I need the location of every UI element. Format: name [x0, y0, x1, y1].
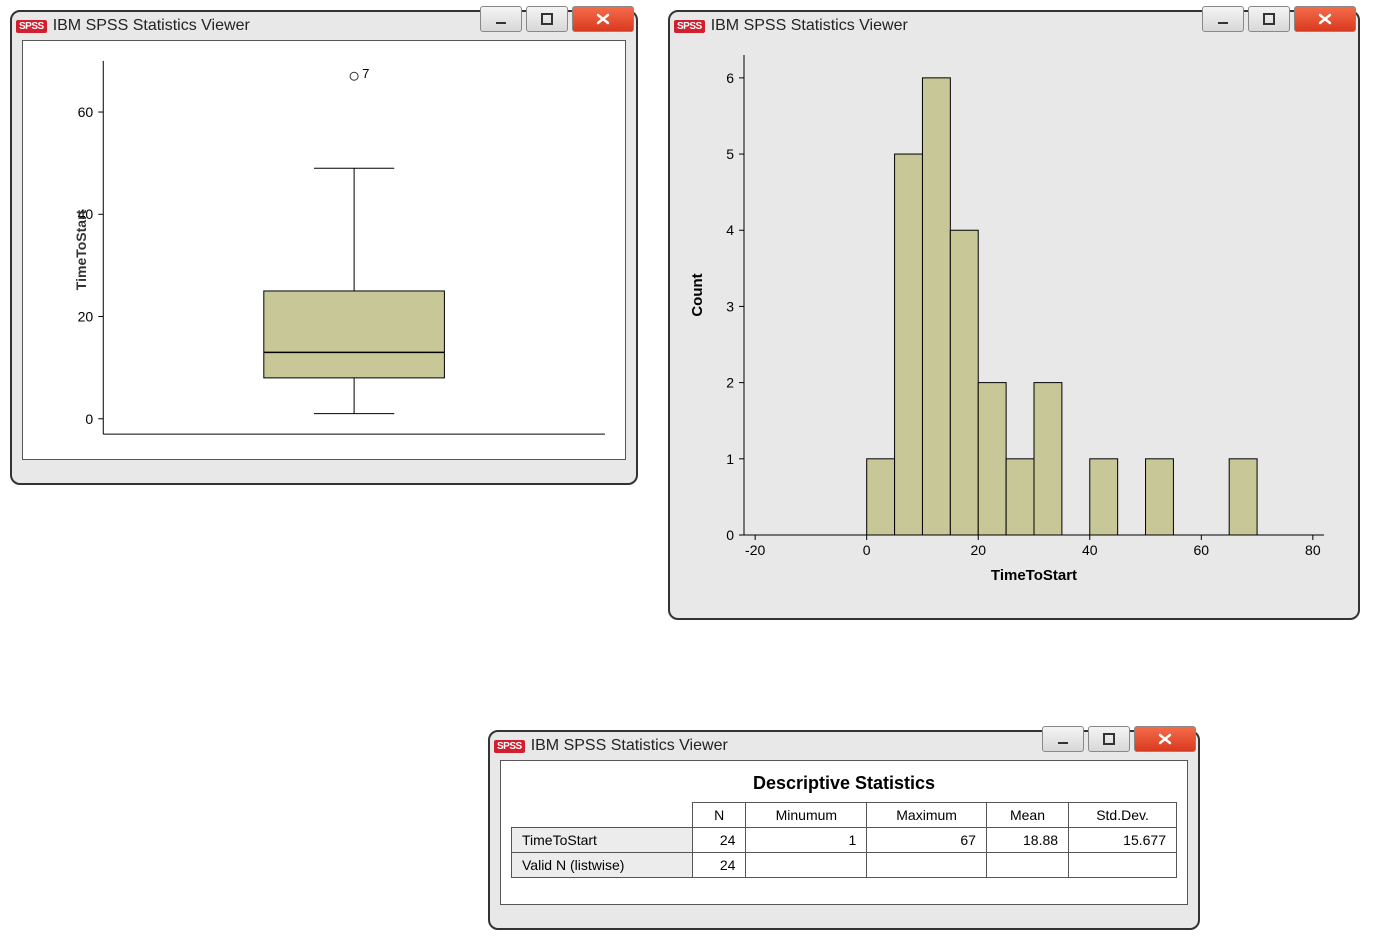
row-label: TimeToStart — [512, 828, 693, 853]
cell — [746, 853, 867, 878]
close-button[interactable] — [1134, 726, 1196, 752]
window-title: IBM SPSS Statistics Viewer — [53, 17, 250, 35]
maximize-button[interactable] — [1248, 6, 1290, 32]
boxplot-chart: TimeToStart 02040607 — [22, 40, 626, 460]
svg-text:3: 3 — [726, 298, 734, 314]
minimize-button[interactable] — [480, 6, 522, 32]
svg-text:5: 5 — [726, 146, 734, 162]
window-title: IBM SPSS Statistics Viewer — [711, 17, 908, 35]
close-button[interactable] — [1294, 6, 1356, 32]
svg-text:TimeToStart: TimeToStart — [991, 567, 1077, 584]
svg-text:0: 0 — [726, 527, 734, 543]
svg-text:7: 7 — [362, 66, 369, 81]
cell — [1069, 853, 1177, 878]
window-boxplot: SPSS IBM SPSS Statistics Viewer TimeToSt… — [10, 10, 638, 485]
close-button[interactable] — [572, 6, 634, 32]
svg-text:Count: Count — [689, 273, 706, 316]
cell: 24 — [692, 853, 746, 878]
titlebar[interactable]: SPSS IBM SPSS Statistics Viewer — [12, 12, 636, 40]
cell: 15.677 — [1069, 828, 1177, 853]
svg-text:0: 0 — [85, 411, 93, 427]
maximize-button[interactable] — [526, 6, 568, 32]
col-header: Std.Dev. — [1069, 803, 1177, 828]
window-descriptive-stats: SPSS IBM SPSS Statistics Viewer Descript… — [488, 730, 1200, 930]
cell — [867, 853, 987, 878]
svg-text:20: 20 — [78, 309, 94, 325]
svg-text:-20: -20 — [745, 542, 765, 558]
svg-text:1: 1 — [726, 451, 734, 467]
row-label: Valid N (listwise) — [512, 853, 693, 878]
maximize-button[interactable] — [1088, 726, 1130, 752]
svg-text:0: 0 — [863, 542, 871, 558]
minimize-button[interactable] — [1042, 726, 1084, 752]
cell: 18.88 — [986, 828, 1068, 853]
svg-text:20: 20 — [970, 542, 986, 558]
descriptive-stats-table: NMinumumMaximumMeanStd.Dev. TimeToStart24… — [511, 802, 1177, 878]
y-axis-label: TimeToStart — [73, 210, 89, 290]
col-header: Mean — [986, 803, 1068, 828]
spss-icon: SPSS — [674, 20, 705, 33]
spss-icon: SPSS — [16, 20, 47, 33]
svg-text:6: 6 — [726, 70, 734, 86]
stats-table-area: Descriptive Statistics NMinumumMaximumMe… — [500, 760, 1188, 905]
minimize-button[interactable] — [1202, 6, 1244, 32]
cell: 1 — [746, 828, 867, 853]
svg-text:4: 4 — [726, 222, 734, 238]
svg-text:2: 2 — [726, 375, 734, 391]
spss-icon: SPSS — [494, 740, 525, 753]
histogram-chart: 0 1 2 3 4 5 6 -20 0 20 40 60 80 TimeToStart Count — [684, 40, 1344, 595]
titlebar[interactable]: SPSS IBM SPSS Statistics Viewer — [490, 732, 1198, 760]
svg-text:60: 60 — [78, 104, 94, 120]
cell: 67 — [867, 828, 987, 853]
table-title: Descriptive Statistics — [511, 773, 1177, 794]
boxplot-svg: 02040607 — [23, 41, 625, 459]
col-header: Maximum — [867, 803, 987, 828]
titlebar[interactable]: SPSS IBM SPSS Statistics Viewer — [670, 12, 1358, 40]
svg-text:40: 40 — [1082, 542, 1098, 558]
svg-text:80: 80 — [1305, 542, 1321, 558]
col-header: N — [692, 803, 746, 828]
window-title: IBM SPSS Statistics Viewer — [531, 737, 728, 755]
histogram-svg: 0 1 2 3 4 5 6 -20 0 20 40 60 80 TimeToStart Count — [684, 40, 1344, 595]
window-histogram: SPSS IBM SPSS Statistics Viewer 0 1 2 3 4 5 6 -… — [668, 10, 1360, 620]
cell: 24 — [692, 828, 746, 853]
col-header: Minumum — [746, 803, 867, 828]
cell — [986, 853, 1068, 878]
svg-text:60: 60 — [1194, 542, 1210, 558]
